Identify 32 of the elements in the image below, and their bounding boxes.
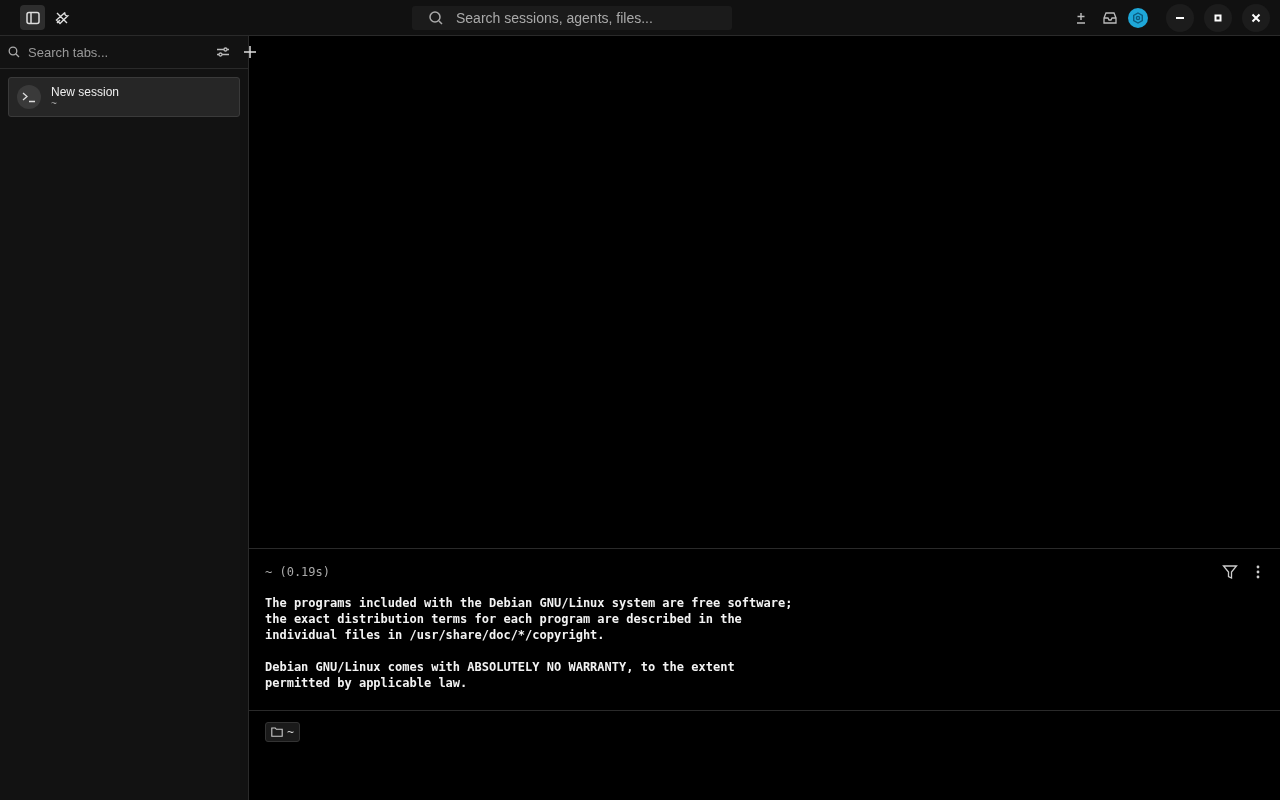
folder-icon <box>271 727 283 737</box>
output-line: Debian GNU/Linux comes with ABSOLUTELY NO WARRANTY, to the extent <box>265 659 736 675</box>
inbox-icon <box>1102 10 1118 25</box>
plus-minus-icon <box>1074 10 1088 25</box>
maximize-icon <box>1213 12 1223 23</box>
output-line: the exact distribution terms for each program are described in the <box>265 611 743 627</box>
session-item[interactable]: New session ~ <box>8 77 240 117</box>
sidebar-icon <box>24 9 41 26</box>
directory-label: ~ <box>287 725 294 739</box>
session-title: New session <box>51 85 120 99</box>
settings-button[interactable] <box>1128 7 1148 28</box>
maximize-button[interactable] <box>1204 3 1232 32</box>
terminal-icon <box>17 85 41 109</box>
filter-icon <box>1222 564 1238 580</box>
output-line: permitted by applicable law. <box>265 675 469 691</box>
hexagon-icon <box>1132 11 1144 24</box>
tools-icon <box>53 9 70 26</box>
close-button[interactable] <box>1242 3 1270 32</box>
sidebar-toggle-button[interactable] <box>20 5 45 30</box>
session-path: ~ <box>51 99 58 109</box>
directory-chip[interactable]: ~ <box>265 722 300 742</box>
search-icon <box>428 9 444 26</box>
global-search-field[interactable]: Search sessions, agents, files... <box>412 5 732 30</box>
block-header: ~ (0.19s) <box>265 565 331 579</box>
tab-search-field[interactable]: Search tabs... <box>26 43 206 61</box>
close-icon <box>1251 12 1261 23</box>
sliders-icon <box>216 46 230 58</box>
plus-icon <box>244 46 256 58</box>
output-line: individual files in /usr/share/doc/*/copyright. <box>265 627 606 643</box>
more-icon <box>1256 565 1260 579</box>
search-icon <box>8 46 20 58</box>
output-line: The programs included with the Debian GNU/Linux system are free software; <box>265 595 794 611</box>
